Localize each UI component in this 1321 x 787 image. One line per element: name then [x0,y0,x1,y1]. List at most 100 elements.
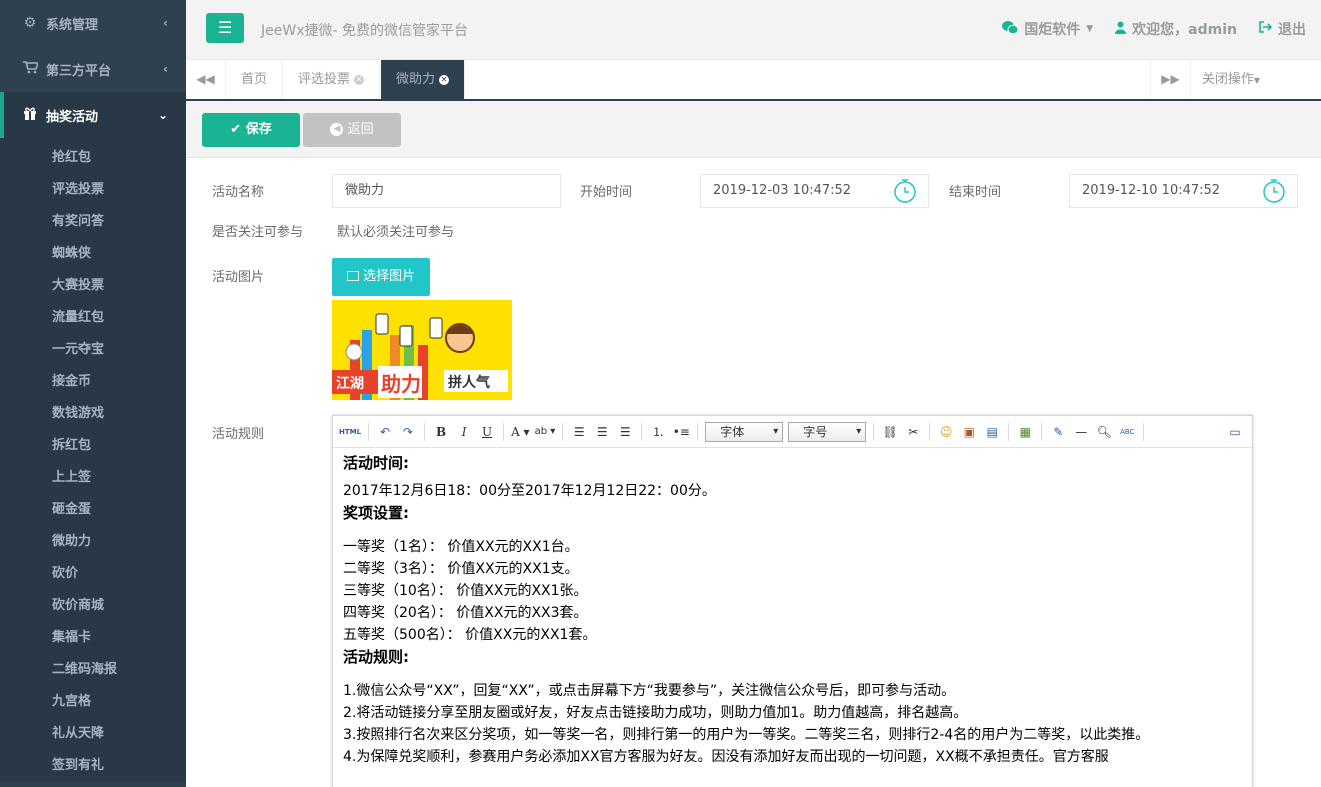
prize-line: 五等奖（500名）： 价值XX元的XX1套。 [343,627,597,643]
company-dropdown[interactable]: 国炬软件 ▼ [1002,19,1093,39]
caret-down-icon: ▼ [1253,76,1261,85]
tab-vote[interactable]: 评选投票 ✕ [283,60,381,99]
sidebar-subitem[interactable]: 砸金蛋 [0,494,186,526]
check-icon: ✔ [230,122,242,137]
align-right-icon[interactable]: ☰ [616,422,634,442]
sidebar-subitem[interactable]: 一元夺宝 [0,334,186,366]
sidebar-subitem[interactable]: 礼从天降 [0,718,186,750]
sidebar-subitem[interactable]: 接金币 [0,366,186,398]
close-icon[interactable]: ✕ [439,74,450,85]
sidebar-subitem[interactable]: 二维码海报 [0,654,186,686]
user-welcome[interactable]: 欢迎您，admin [1115,19,1237,39]
sidebar-item-lottery[interactable]: 抽奖活动 ⌄ [0,92,186,138]
image-text-renqi: 拼人气 [448,374,490,391]
sidebar-subitem[interactable]: 大赛投票 [0,270,186,302]
gift-icon [22,106,38,124]
save-button[interactable]: ✔ 保存 [202,113,300,147]
tab-label: 微助力 [396,72,436,87]
sidebar-item-system[interactable]: ⚙ 系统管理 ‹ [0,0,186,46]
spellcheck-icon[interactable]: ABC [1118,422,1136,442]
sidebar-subitem[interactable]: 上上签 [0,462,186,494]
back-button[interactable]: ◀ 返回 [303,113,401,147]
font-family-select[interactable]: 字体 [705,421,784,442]
sidebar-subitem[interactable]: 抢红包 [0,142,186,174]
underline-icon[interactable]: U [478,422,496,442]
close-icon[interactable]: ✕ [354,74,365,85]
clock-icon[interactable] [892,178,918,204]
bold-icon[interactable]: B [432,422,450,442]
event-time-text: 2017年12月6日18：00分至2017年12月12日22：00分。 [343,483,716,499]
sidebar-subitem[interactable]: 签到有礼 [0,750,186,782]
highlight-icon[interactable]: ab ▾ [535,422,556,442]
brand-title: JeeWx捷微- 免费的微信管家平台 [261,23,468,39]
unordered-list-icon[interactable]: •≡ [672,422,690,442]
rule-line: 3.按照排行名次来区分奖项，如一等奖一名，则排行第一的用户为一等奖。二等奖三名，… [343,727,1150,743]
horizontal-rule-icon[interactable]: — [1072,422,1090,442]
activity-image-preview: 江湖 助力 拼人气 [332,300,512,400]
ordered-list-icon[interactable]: ⒈ [649,422,667,442]
separator [929,422,931,441]
chevron-down-icon: ⌄ [157,108,168,122]
undo-icon[interactable]: ↶ [376,422,394,442]
sidebar-subitem[interactable]: 数钱游戏 [0,398,186,430]
sidebar-subitem[interactable]: 砍价 [0,558,186,590]
separator [641,422,643,441]
redo-icon[interactable]: ↷ [399,422,417,442]
end-time-value: 2019-12-10 10:47:52 [1082,183,1221,198]
close-operations-dropdown[interactable]: 关闭操作▼ [1190,60,1271,99]
eraser-icon[interactable]: ✎ [1049,422,1067,442]
rich-text-editor: HTML ↶ ↷ B I U A ▾ ab ▾ ☰ ☰ ☰ ⒈ •≡ 字体 字号… [332,415,1253,787]
back-circle-icon: ◀ [330,123,344,136]
start-time-value: 2019-12-03 10:47:52 [713,183,852,198]
fullscreen-icon[interactable]: ▭ [1226,422,1244,442]
sidebar-item-label: 第三方平台 [46,63,112,79]
tab-label: 评选投票 [298,72,351,87]
align-center-icon[interactable]: ☰ [593,422,611,442]
align-left-icon[interactable]: ☰ [570,422,588,442]
tab-bar: ◀◀ 首页 评选投票 ✕ 微助力 ✕ ▶▶ 关闭操作▼ [186,60,1321,101]
find-replace-icon[interactable]: 🔍︎ [1095,422,1113,442]
html-source-button[interactable]: HTML [339,422,361,442]
choose-image-button[interactable]: 选择图片 [332,258,430,296]
rules-label: 活动规则 [212,427,265,442]
tab-scroll-left-button[interactable]: ◀◀ [186,60,226,99]
sidebar-subitem[interactable]: 集福卡 [0,622,186,654]
sidebar-item-thirdparty[interactable]: 第三方平台 ‹ [0,46,186,92]
tab-scroll-right-button[interactable]: ▶▶ [1150,60,1190,99]
clock-icon[interactable] [1261,178,1287,204]
template-icon[interactable]: ▦ [1016,422,1034,442]
tab-home[interactable]: 首页 [226,60,284,99]
sidebar-submenu: 抢红包 评选投票 有奖问答 蜘蛛侠 大赛投票 流量红包 一元夺宝 接金币 数钱游戏 拆红包 上上签砸… [0,138,186,782]
chevron-left-icon: ‹ [163,62,168,76]
close-ops-label: 关闭操作 [1201,72,1254,87]
font-color-icon[interactable]: A ▾ [511,422,530,442]
back-label: 返回 [347,122,374,137]
separator [697,422,699,441]
sidebar-subitem[interactable]: 评选投票 [0,174,186,206]
sidebar-subitem[interactable]: 有奖问答 [0,206,186,238]
unlink-icon[interactable]: ✂ [904,422,922,442]
link-icon[interactable]: ⛓ [881,422,899,442]
image-insert-icon[interactable]: ▣ [960,422,978,442]
sidebar-item-label: 系统管理 [46,17,99,33]
editor-content[interactable]: 活动时间: 2017年12月6日18：00分至2017年12月12日22：00分… [333,448,1252,772]
tab-zhuli[interactable]: 微助力 ✕ [381,60,466,99]
italic-icon[interactable]: I [455,422,473,442]
sidebar-subitem[interactable]: 砍价商城 [0,590,186,622]
end-time-input[interactable]: 2019-12-10 10:47:52 [1069,174,1298,208]
font-size-select[interactable]: 字号 [788,421,867,442]
sidebar-subitem[interactable]: 九宫格 [0,686,186,718]
sidebar-subitem[interactable]: 微助力 [0,526,186,558]
action-bar: ✔ 保存 ◀ 返回 [186,101,1321,158]
start-time-input[interactable]: 2019-12-03 10:47:52 [700,174,929,208]
emoticon-icon[interactable]: ☺ [937,422,955,442]
sidebar-subitem[interactable]: 拆红包 [0,430,186,462]
sidebar-subitem[interactable]: 蜘蛛侠 [0,238,186,270]
rule-line: 4.为保障兑奖顺利，参赛用户务必添加XX官方客服为好友。因没有添加好友而出现的一… [343,749,1109,765]
video-icon[interactable]: ▤ [983,422,1001,442]
logout-link[interactable]: 退出 [1259,19,1306,39]
sidebar-item-label: 抽奖活动 [46,109,99,125]
activity-name-input[interactable]: 微助力 [332,174,561,208]
sidebar-subitem[interactable]: 流量红包 [0,302,186,334]
menu-toggle-button[interactable]: ☰ [206,13,244,43]
